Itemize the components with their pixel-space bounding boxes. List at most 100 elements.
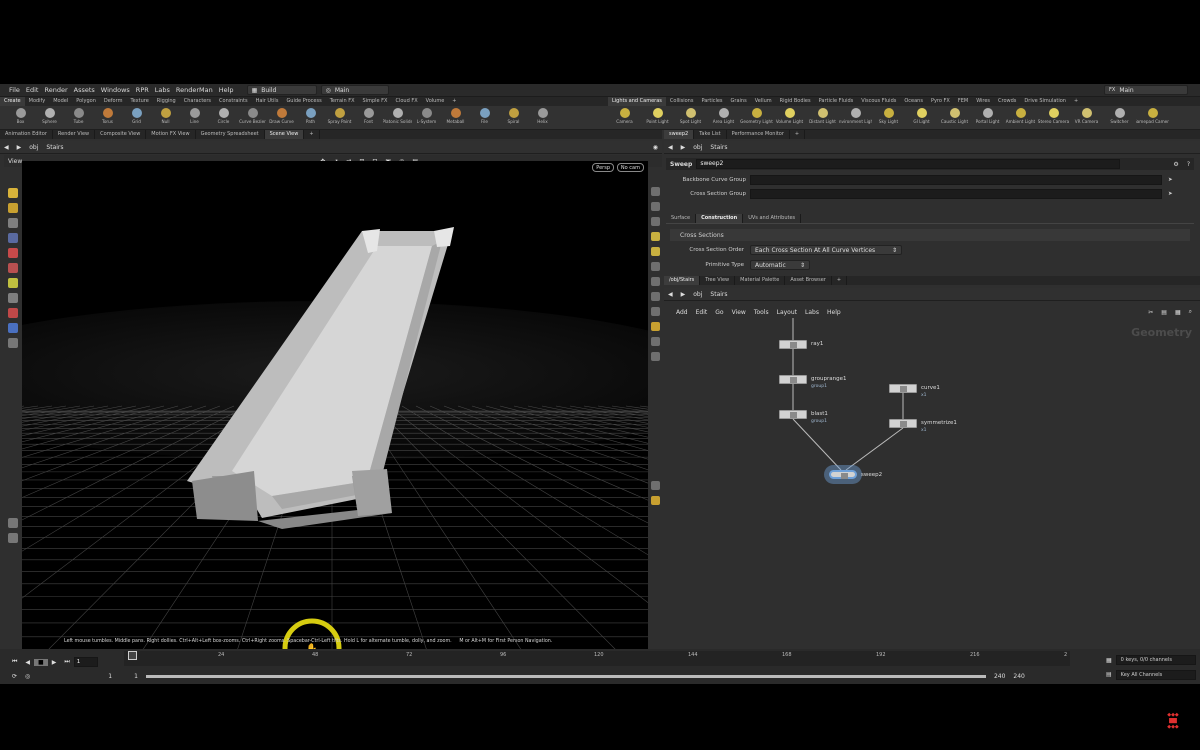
shelf-tool[interactable]: Path [296,106,325,130]
shaded-icon[interactable] [650,217,660,226]
shelf-tool[interactable]: Switcher [1103,106,1136,130]
light-icon[interactable] [8,533,18,543]
tab-sweep2[interactable]: sweep2 [664,130,695,139]
shelf-tool[interactable]: File [470,106,499,130]
realtime-icon[interactable]: ⟳ [8,673,21,680]
add-tab-icon[interactable]: + [790,130,806,139]
shelf-tool[interactable]: Font [354,106,383,130]
snap-curve-icon[interactable] [8,278,18,288]
menu-edit[interactable]: Edit [692,309,712,316]
menu-assets[interactable]: Assets [71,86,98,94]
shelf-tool[interactable]: Spiral [499,106,528,130]
sphere-icon[interactable] [8,323,18,333]
shelf-tool[interactable]: Line [180,106,209,130]
timeline-track[interactable]: 24 48 72 96 120 144 168 192 216 2 [124,651,1070,666]
shelf-tool[interactable]: Spray Paint [325,106,354,130]
network-editor[interactable]: Geometry ray1 grouprange1 group1 blast1 … [666,318,1196,648]
path-obj[interactable]: obj [689,291,706,298]
node-curve1[interactable] [889,384,917,393]
add-tab-icon[interactable]: + [304,130,320,139]
cam-icon[interactable] [8,518,18,528]
camera-menu[interactable]: No cam [616,163,644,172]
path-stairs[interactable]: Stairs [42,144,67,151]
order-select[interactable]: Each Cross Section At All Curve Vertices… [750,245,902,255]
tab-surface[interactable]: Surface [666,213,697,223]
menu-edit[interactable]: Edit [23,86,42,94]
camera-view-icon[interactable] [650,322,660,331]
snap-grid-icon[interactable] [8,248,18,258]
tab-motion-fx-view[interactable]: Motion FX View [146,130,196,139]
magnet-icon[interactable] [8,308,18,318]
display-options-icon[interactable] [650,187,660,196]
shelf-tool[interactable]: Distant Light [806,106,839,130]
key-all-channels[interactable]: Key All Channels [1115,669,1196,680]
shelf-tool[interactable]: Stereo Camera [1037,106,1070,130]
menu-windows[interactable]: Windows [98,86,133,94]
pose-icon[interactable] [8,218,18,228]
playhead[interactable] [128,651,137,660]
shelf-tool[interactable]: Camera [608,106,641,130]
forward-arrow-icon[interactable]: ▶ [677,144,690,151]
search-icon[interactable]: ⌕ [1185,308,1196,316]
shelf-tool[interactable]: Null [151,106,180,130]
loop-icon[interactable]: ◎ [21,673,34,680]
path-stairs[interactable]: Stairs [706,144,731,151]
shelf-tool[interactable]: L-System [412,106,441,130]
pin-icon[interactable]: ◉ [649,144,662,151]
back-arrow-icon[interactable]: ◀ [664,291,677,298]
menu-help[interactable]: Help [823,309,845,316]
lock-icon[interactable] [8,233,18,243]
world-icon[interactable] [8,338,18,348]
paint-icon[interactable] [650,352,660,361]
tab-composite-view[interactable]: Composite View [95,130,147,139]
shelf-tool[interactable]: Spot Light [674,106,707,130]
arrow-select-icon[interactable]: ➤ [1168,191,1173,197]
shelf-tool[interactable]: Draw Curve [267,106,296,130]
grid-icon[interactable] [8,293,18,303]
light-bulb-icon[interactable] [650,232,660,241]
frame-icon[interactable] [650,307,660,316]
shelf-tool[interactable]: GI Light [905,106,938,130]
skip-start-icon[interactable]: ⏮ [8,658,21,666]
network-select[interactable]: ◎ Main [320,85,389,95]
forward-arrow-icon[interactable]: ▶ [677,291,690,298]
shelf-tool[interactable]: Volume Light [773,106,806,130]
tab-take-list[interactable]: Take List [694,130,727,139]
right-desktop-select[interactable]: FX Main [1104,85,1188,95]
shelf-tool[interactable]: Grid [122,106,151,130]
node-blast1[interactable] [779,410,807,419]
menu-renderman[interactable]: RenderMan [173,86,216,94]
add-tab-icon[interactable]: + [832,276,848,285]
menu-tools[interactable]: Tools [750,309,773,316]
range-end[interactable]: 240 [1009,673,1028,680]
back-arrow-icon[interactable]: ◀ [0,144,13,151]
back-arrow-icon[interactable]: ◀ [664,144,677,151]
snap-point-icon[interactable] [8,263,18,273]
shelf-tool[interactable]: Metaball [441,106,470,130]
key-icon[interactable]: ▤ [1102,671,1116,678]
path-obj[interactable]: obj [689,144,706,151]
shelf-tool[interactable]: Portal Light [971,106,1004,130]
cross-section-field[interactable] [750,189,1162,199]
shelf-tool[interactable]: Sky Light [872,106,905,130]
point-icon[interactable] [650,262,660,271]
cross-sections-folder[interactable]: Cross Sections [670,229,1190,241]
normals-icon[interactable] [650,277,660,286]
range-slider[interactable] [145,674,986,678]
viewport-canvas[interactable]: ✋ [22,161,648,651]
range-start-visible[interactable]: 1 [130,673,142,680]
menu-view[interactable]: View [728,309,750,316]
list-icon[interactable]: ▤ [1157,309,1171,316]
step-back-icon[interactable]: ◀ [21,659,34,666]
menu-add[interactable]: Add [672,309,692,316]
node-symmetrize1[interactable] [889,419,917,428]
shelf-tool[interactable]: Curve Bezier [238,106,267,130]
desktop-select[interactable]: ▦ Build [246,85,317,95]
shelf-tool[interactable]: Caustic Light [938,106,971,130]
tab-asset-browser[interactable]: Asset Browser [785,276,832,285]
arrow-select-icon[interactable]: ➤ [1168,177,1173,183]
range-end-visible[interactable]: 240 [990,673,1009,680]
node-grouprange1[interactable] [779,375,807,384]
shelf-tool[interactable]: Platonic Solids [383,106,412,130]
3d-viewport[interactable]: ✋ Persp No cam Left mouse tumbles. Middl… [22,161,648,651]
